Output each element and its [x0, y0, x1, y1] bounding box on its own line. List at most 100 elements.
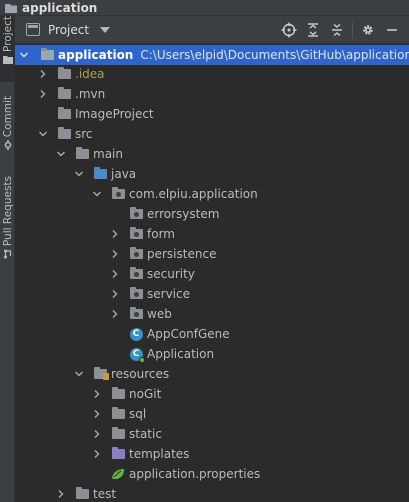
main-label: main [93, 147, 123, 161]
commit-icon [2, 140, 13, 151]
chevron-right-icon[interactable] [110, 269, 120, 279]
sql-label: sql [129, 407, 147, 421]
tree-row-static[interactable]: static [15, 424, 409, 444]
project-tab-icon [2, 55, 13, 65]
spring-properties-icon [111, 467, 125, 481]
class-icon: C [129, 327, 143, 341]
tree-row-package[interactable]: com.elpiu.application [15, 184, 409, 204]
view-mode-label: Project [48, 22, 90, 37]
module-folder-icon [40, 48, 54, 62]
folder-icon [57, 127, 71, 141]
chevron-down-icon[interactable] [92, 189, 102, 199]
security-label: security [147, 267, 195, 281]
chevron-down-icon[interactable] [38, 129, 48, 139]
chevron-right-icon[interactable] [110, 309, 120, 319]
tree-row-root[interactable]: application C:\Users\elpid\Documents\GitH… [15, 45, 409, 65]
pull-request-icon [2, 249, 13, 259]
tab-commit-label: Commit [1, 96, 14, 138]
package-icon [129, 227, 143, 241]
package-icon [129, 307, 143, 321]
application-class-label: Application [147, 347, 215, 361]
folder-icon [111, 387, 125, 401]
chevron-right-icon[interactable] [92, 389, 102, 399]
root-label: application C:\Users\elpid\Documents\GitH… [58, 48, 409, 62]
collapse-all-icon[interactable] [328, 21, 346, 39]
templates-folder-icon [111, 447, 125, 461]
chevron-down-icon[interactable] [56, 149, 66, 159]
chevron-down-icon[interactable] [74, 169, 84, 179]
chevron-right-icon[interactable] [38, 69, 48, 79]
view-mode-selector[interactable]: Project [26, 22, 111, 37]
settings-gear-icon[interactable] [359, 21, 377, 39]
tab-project-label: Project [1, 16, 14, 52]
tree-row-form[interactable]: form [15, 224, 409, 244]
package-label: com.elpiu.application [129, 187, 258, 201]
tree-row-main[interactable]: main [15, 144, 409, 164]
service-label: service [147, 287, 190, 301]
source-folder-icon [93, 167, 107, 181]
panel-toolbar [274, 21, 401, 39]
folder-icon [75, 487, 89, 501]
tree-row-security[interactable]: security [15, 264, 409, 284]
tree-row-test[interactable]: test [15, 484, 409, 502]
tree-row-web[interactable]: web [15, 304, 409, 324]
tree-row-idea[interactable]: .idea [15, 64, 409, 84]
chevron-right-icon[interactable] [92, 429, 102, 439]
tree-row-errorsystem[interactable]: errorsystem [15, 204, 409, 224]
minimize-icon[interactable] [383, 21, 401, 39]
chevron-right-icon[interactable] [38, 89, 48, 99]
folder-icon [111, 427, 125, 441]
tree-row-imageproject[interactable]: ImageProject [15, 104, 409, 124]
tree-row-application-class[interactable]: C Application [15, 344, 409, 364]
chevron-right-icon[interactable] [110, 289, 120, 299]
chevron-right-icon[interactable] [56, 489, 66, 499]
properties-label: application.properties [129, 467, 261, 481]
errorsystem-label: errorsystem [147, 207, 220, 221]
tree-row-mvn[interactable]: .mvn [15, 84, 409, 104]
tab-commit[interactable]: Commit [0, 96, 15, 168]
tree-row-service[interactable]: service [15, 284, 409, 304]
project-panel-header: Project [15, 16, 409, 44]
chevron-right-icon[interactable] [92, 409, 102, 419]
resources-folder-icon [93, 367, 109, 381]
tree-row-application-properties[interactable]: application.properties [15, 464, 409, 484]
tree-row-nogit[interactable]: noGit [15, 384, 409, 404]
folder-icon [57, 67, 71, 81]
package-icon [129, 247, 143, 261]
persistence-label: persistence [147, 247, 217, 261]
tree-row-persistence[interactable]: persistence [15, 244, 409, 264]
tree-row-java[interactable]: java [15, 164, 409, 184]
tree-row-resources[interactable]: resources [15, 364, 409, 384]
chevron-right-icon[interactable] [110, 229, 120, 239]
chevron-right-icon[interactable] [110, 249, 120, 259]
static-label: static [129, 427, 162, 441]
chevron-right-icon[interactable] [92, 449, 102, 459]
locate-icon[interactable] [280, 21, 298, 39]
tab-pull-requests[interactable]: Pull Requests [0, 176, 15, 276]
web-label: web [147, 307, 172, 321]
root-path: C:\Users\elpid\Documents\GitHub\applicat… [140, 48, 409, 62]
form-label: form [147, 227, 175, 241]
java-label: java [111, 167, 137, 181]
expand-all-icon[interactable] [304, 21, 322, 39]
imageproject-label: ImageProject [75, 107, 154, 121]
left-tool-strip: Project Commit Pull Requests [0, 16, 15, 502]
chevron-down-icon[interactable] [19, 50, 29, 60]
window-title: application [22, 0, 98, 15]
nogit-label: noGit [129, 387, 162, 401]
tab-project[interactable]: Project [0, 16, 15, 82]
package-icon [129, 207, 143, 221]
package-icon [129, 287, 143, 301]
window-title-bar: application [0, 0, 409, 16]
appconfgene-label: AppConfGene [147, 327, 230, 341]
tree-row-sql[interactable]: sql [15, 404, 409, 424]
project-folder-icon [4, 2, 18, 14]
chevron-down-icon[interactable] [74, 369, 84, 379]
package-icon [111, 187, 125, 201]
tree-row-appconfgene[interactable]: C AppConfGene [15, 324, 409, 344]
tree-row-src[interactable]: src [15, 124, 409, 144]
package-icon [129, 267, 143, 281]
tree-row-templates[interactable]: templates [15, 444, 409, 464]
mvn-label: .mvn [75, 87, 106, 101]
toolbar-divider [352, 21, 353, 38]
